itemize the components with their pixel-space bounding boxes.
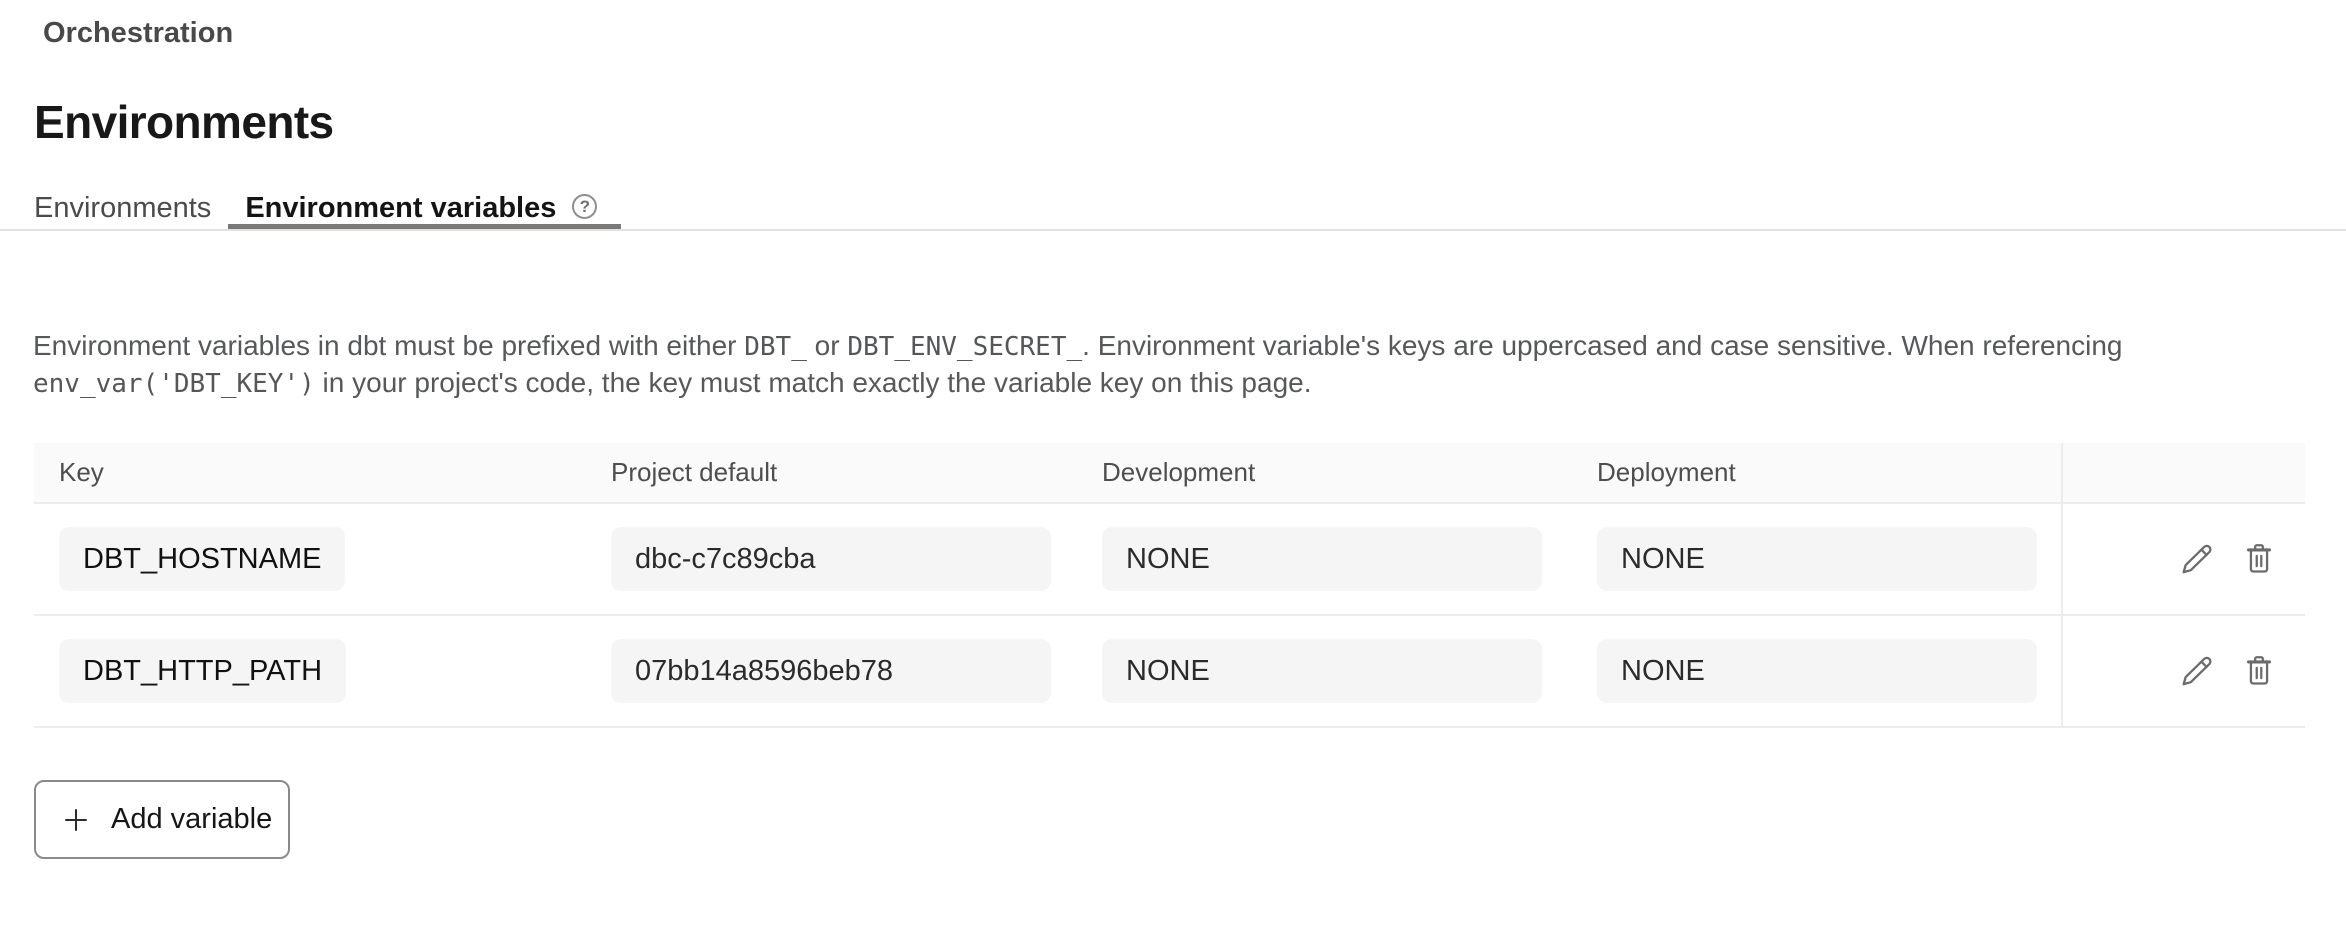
column-header-project-default: Project default: [586, 457, 1077, 488]
development-cell: NONE: [1077, 639, 1572, 703]
env-var-key-pill: DBT_HTTP_PATH: [59, 639, 346, 703]
deployment-cell: NONE: [1572, 527, 2061, 591]
trash-icon: [2242, 542, 2276, 576]
environment-variables-table: Key Project default Development Deployme…: [34, 443, 2305, 728]
key-cell: DBT_HOSTNAME: [34, 527, 586, 591]
project-default-cell: 07bb14a8596beb78: [586, 639, 1077, 703]
delete-variable-button[interactable]: [2241, 541, 2277, 577]
pencil-icon: [2180, 542, 2214, 576]
question-circle-icon[interactable]: ?: [572, 194, 597, 219]
breadcrumb[interactable]: Orchestration: [43, 19, 233, 48]
description-text: in your project's code, the key must mat…: [315, 367, 1312, 398]
column-header-actions: [2061, 443, 2305, 502]
development-value-pill: NONE: [1102, 527, 1542, 591]
deployment-cell: NONE: [1572, 639, 2061, 703]
column-header-deployment: Deployment: [1572, 457, 2061, 488]
tab-environments[interactable]: Environments: [17, 186, 228, 229]
description-line-1: Environment variables in dbt must be pre…: [33, 330, 2123, 361]
tab-environment-variables-label: Environment variables: [245, 192, 556, 224]
tab-environment-variables[interactable]: Environment variables ?: [228, 186, 621, 229]
table-row: DBT_HTTP_PATH 07bb14a8596beb78 NONE NONE: [34, 616, 2305, 728]
description-text: or: [807, 330, 847, 361]
tab-environments-label: Environments: [34, 192, 211, 224]
code-dbt-env-secret-prefix: DBT_ENV_SECRET_: [847, 332, 1082, 362]
description-text: . Environment variable's keys are upperc…: [1082, 330, 2122, 361]
pencil-icon: [2180, 654, 2214, 688]
development-value-pill: NONE: [1102, 639, 1542, 703]
code-dbt-prefix: DBT_: [744, 332, 807, 362]
row-actions: [2061, 616, 2305, 726]
description-line-2: env_var('DBT_KEY') in your project's cod…: [33, 367, 1312, 398]
code-env-var: env_var('DBT_KEY'): [33, 369, 315, 399]
edit-variable-button[interactable]: [2179, 653, 2215, 689]
key-cell: DBT_HTTP_PATH: [34, 639, 586, 703]
description-text: Environment variables in dbt must be pre…: [33, 330, 744, 361]
development-cell: NONE: [1077, 527, 1572, 591]
project-default-value-pill: dbc-c7c89cba: [611, 527, 1051, 591]
add-variable-label: Add variable: [111, 803, 272, 836]
tab-bar: Environments Environment variables ?: [0, 186, 2346, 231]
description: Environment variables in dbt must be pre…: [33, 328, 2346, 402]
project-default-cell: dbc-c7c89cba: [586, 527, 1077, 591]
add-variable-button[interactable]: Add variable: [34, 780, 290, 859]
trash-icon: [2242, 654, 2276, 688]
table-row: DBT_HOSTNAME dbc-c7c89cba NONE NONE: [34, 504, 2305, 616]
column-header-key: Key: [34, 457, 586, 488]
edit-variable-button[interactable]: [2179, 541, 2215, 577]
row-actions: [2061, 504, 2305, 614]
env-var-key-pill: DBT_HOSTNAME: [59, 527, 345, 591]
page-title: Environments: [34, 95, 2346, 150]
deployment-value-pill: NONE: [1597, 639, 2037, 703]
project-default-value-pill: 07bb14a8596beb78: [611, 639, 1051, 703]
deployment-value-pill: NONE: [1597, 527, 2037, 591]
table-header-row: Key Project default Development Deployme…: [34, 443, 2305, 504]
plus-icon: [60, 804, 92, 836]
delete-variable-button[interactable]: [2241, 653, 2277, 689]
column-header-development: Development: [1077, 457, 1572, 488]
